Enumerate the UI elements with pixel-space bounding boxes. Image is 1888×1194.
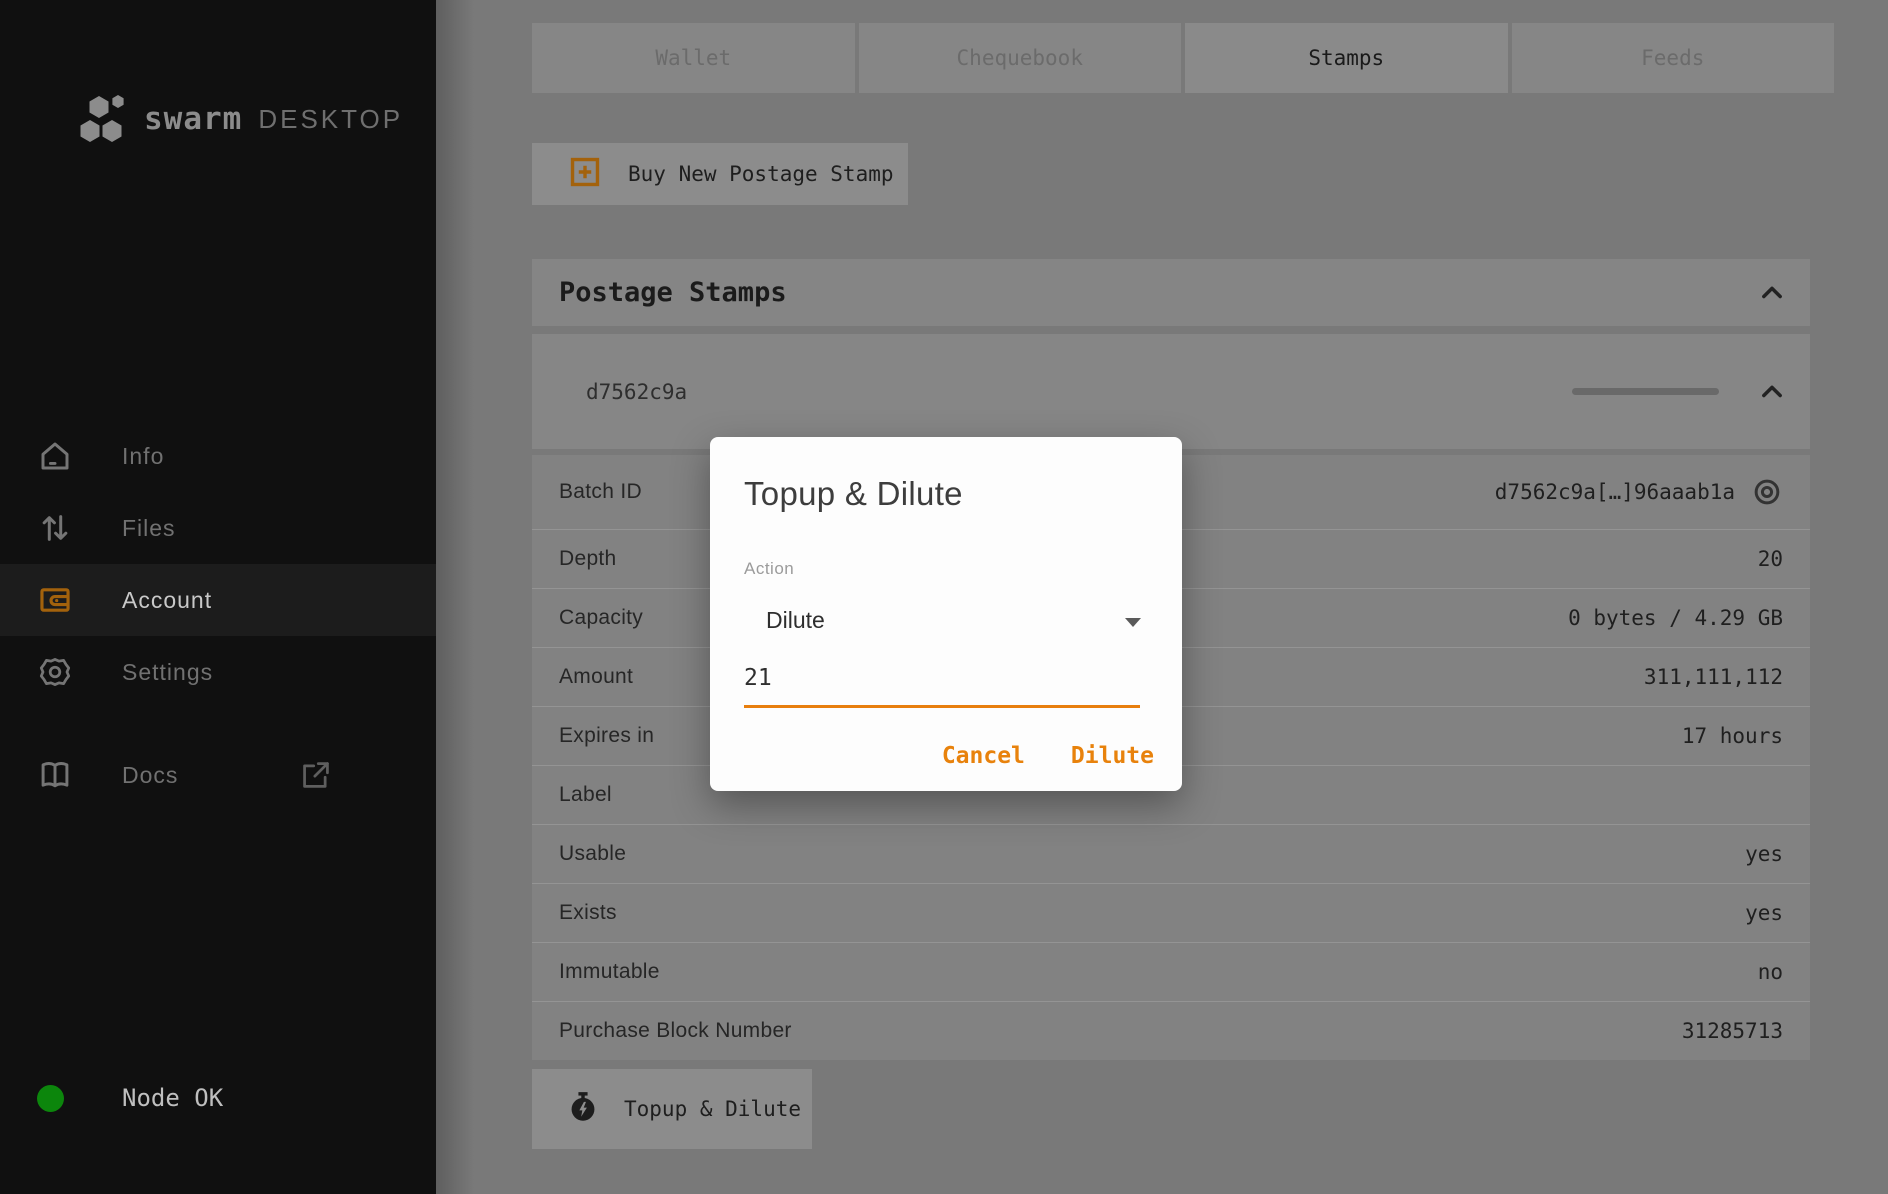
- row-label: Usable: [559, 842, 626, 866]
- stamp-usage-progress-bar: [1572, 388, 1719, 395]
- row-value: d7562c9a[…]96aaab1a: [1495, 476, 1783, 508]
- table-row: Purchase Block Number 31285713: [532, 1001, 1810, 1060]
- chevron-up-icon[interactable]: [1758, 378, 1786, 406]
- row-label: Amount: [559, 665, 633, 689]
- amount-input[interactable]: 21: [744, 665, 1140, 707]
- cancel-button[interactable]: Cancel: [942, 743, 1025, 769]
- sidebar-item-label: Files: [122, 515, 176, 542]
- tab-bar: Wallet Chequebook Stamps Feeds: [532, 23, 1834, 93]
- topup-button-label: Topup & Dilute: [624, 1097, 801, 1121]
- input-focus-underline: [744, 705, 1140, 708]
- app-logo: swarm DESKTOP: [78, 94, 403, 144]
- caret-down-icon: [1124, 615, 1142, 627]
- open-book-icon: [38, 758, 72, 792]
- stopwatch-icon: [568, 1091, 598, 1128]
- amount-input-value: 21: [744, 665, 772, 691]
- home-icon: [38, 439, 72, 473]
- table-row: Immutable no: [532, 942, 1810, 1001]
- row-label: Purchase Block Number: [559, 1019, 792, 1043]
- topup-dilute-dialog: Topup & Dilute Action Dilute 21 Cancel D…: [710, 437, 1182, 791]
- row-value: 20: [1758, 547, 1783, 571]
- logo-suffix-text: DESKTOP: [258, 104, 403, 135]
- sidebar-item-info[interactable]: Info: [0, 420, 436, 492]
- up-down-arrows-icon: [38, 511, 72, 545]
- row-value: 311,111,112: [1644, 665, 1783, 689]
- tab-chequebook[interactable]: Chequebook: [859, 23, 1182, 93]
- action-select[interactable]: Dilute: [744, 601, 1148, 645]
- external-link-icon[interactable]: [300, 759, 332, 791]
- stamp-accordion-header[interactable]: d7562c9a: [532, 334, 1810, 449]
- row-label: Capacity: [559, 606, 643, 630]
- sidebar-item-files[interactable]: Files: [0, 492, 436, 564]
- buy-new-postage-stamp-button[interactable]: Buy New Postage Stamp: [532, 143, 908, 205]
- node-status-label: Node OK: [122, 1084, 223, 1112]
- section-title: Postage Stamps: [559, 277, 787, 308]
- gear-icon: [38, 655, 72, 689]
- row-value: 17 hours: [1682, 724, 1783, 748]
- dialog-title: Topup & Dilute: [744, 475, 963, 513]
- swarm-hexagons-icon: [78, 94, 130, 144]
- logo-brand-text: swarm: [144, 101, 242, 137]
- action-select-value: Dilute: [766, 607, 825, 634]
- sidebar-nav: Info Files: [0, 420, 436, 708]
- tab-feeds[interactable]: Feeds: [1512, 23, 1835, 93]
- app-window: swarm DESKTOP Info: [0, 0, 1888, 1194]
- sidebar-item-label: Info: [122, 443, 164, 470]
- plus-square-icon: [568, 155, 602, 194]
- sidebar-edge-shadow: [436, 0, 474, 1194]
- chevron-up-icon[interactable]: [1758, 279, 1786, 307]
- node-status: Node OK: [0, 1080, 436, 1116]
- tab-stamps[interactable]: Stamps: [1185, 23, 1508, 93]
- row-label: Batch ID: [559, 480, 642, 504]
- reveal-batch-id-icon[interactable]: [1751, 476, 1783, 508]
- row-value: no: [1758, 960, 1783, 984]
- row-value: 0 bytes / 4.29 GB: [1568, 606, 1783, 630]
- postage-stamps-section-header: Postage Stamps: [532, 259, 1810, 326]
- sidebar: swarm DESKTOP Info: [0, 0, 436, 1194]
- dialog-actions: Cancel Dilute: [942, 743, 1154, 769]
- topup-dilute-button[interactable]: Topup & Dilute: [532, 1069, 812, 1149]
- sidebar-item-label: Settings: [122, 659, 213, 686]
- table-row: Usable yes: [532, 824, 1810, 883]
- row-label: Expires in: [559, 724, 654, 748]
- node-ok-green-dot: [37, 1085, 64, 1112]
- batch-id-value: d7562c9a[…]96aaab1a: [1495, 480, 1735, 504]
- row-label: Depth: [559, 547, 617, 571]
- dilute-confirm-button[interactable]: Dilute: [1071, 743, 1154, 769]
- buy-button-label: Buy New Postage Stamp: [628, 162, 894, 186]
- wallet-icon: [38, 583, 72, 617]
- row-label: Label: [559, 783, 612, 807]
- sidebar-item-account[interactable]: Account: [0, 564, 436, 636]
- row-value: yes: [1745, 842, 1783, 866]
- sidebar-item-docs[interactable]: Docs: [0, 739, 436, 811]
- action-field-label: Action: [744, 559, 794, 579]
- row-label: Immutable: [559, 960, 660, 984]
- row-label: Exists: [559, 901, 617, 925]
- table-row: Exists yes: [532, 883, 1810, 942]
- row-value: 31285713: [1682, 1019, 1783, 1043]
- tab-wallet[interactable]: Wallet: [532, 23, 855, 93]
- sidebar-item-label: Docs: [122, 762, 178, 789]
- stamp-id: d7562c9a: [586, 334, 687, 449]
- row-value: yes: [1745, 901, 1783, 925]
- sidebar-item-settings[interactable]: Settings: [0, 636, 436, 708]
- sidebar-item-label: Account: [122, 587, 212, 614]
